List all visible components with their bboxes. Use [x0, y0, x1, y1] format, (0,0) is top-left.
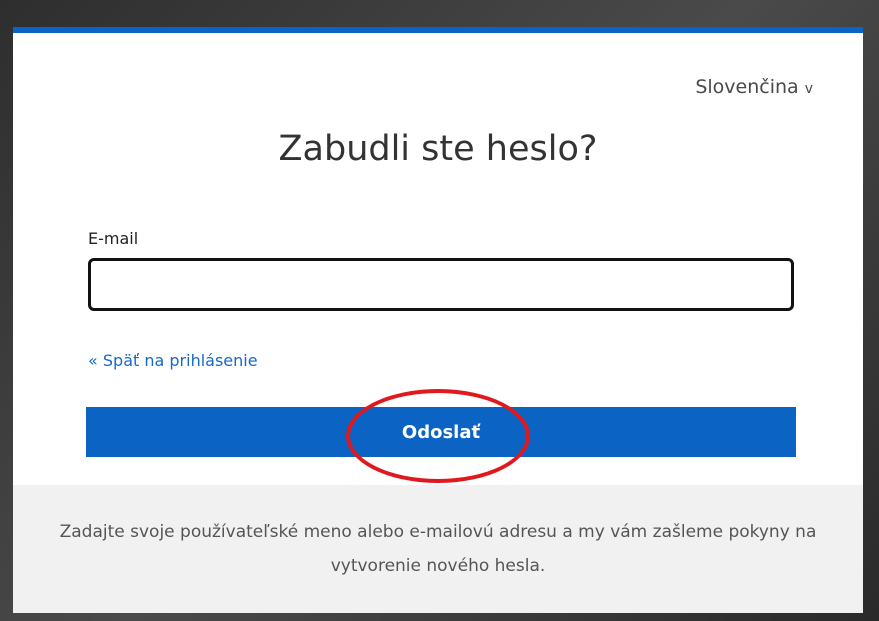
submit-button[interactable]: Odoslať — [86, 407, 796, 457]
email-label: E-mail — [88, 229, 139, 248]
forgot-password-dialog: Slovenčina v Zabudli ste heslo? E-mail « … — [13, 27, 863, 613]
language-label: Slovenčina — [695, 76, 799, 98]
info-panel: Zadajte svoje používateľské meno alebo e… — [13, 485, 863, 613]
language-selector[interactable]: Slovenčina v — [695, 76, 813, 98]
email-field[interactable] — [88, 258, 794, 311]
chevron-down-icon: v — [804, 81, 813, 97]
back-to-login-link[interactable]: « Späť na prihlásenie — [88, 351, 258, 370]
instruction-text: Zadajte svoje používateľské meno alebo e… — [59, 522, 817, 576]
page-title: Zabudli ste heslo? — [278, 129, 598, 169]
